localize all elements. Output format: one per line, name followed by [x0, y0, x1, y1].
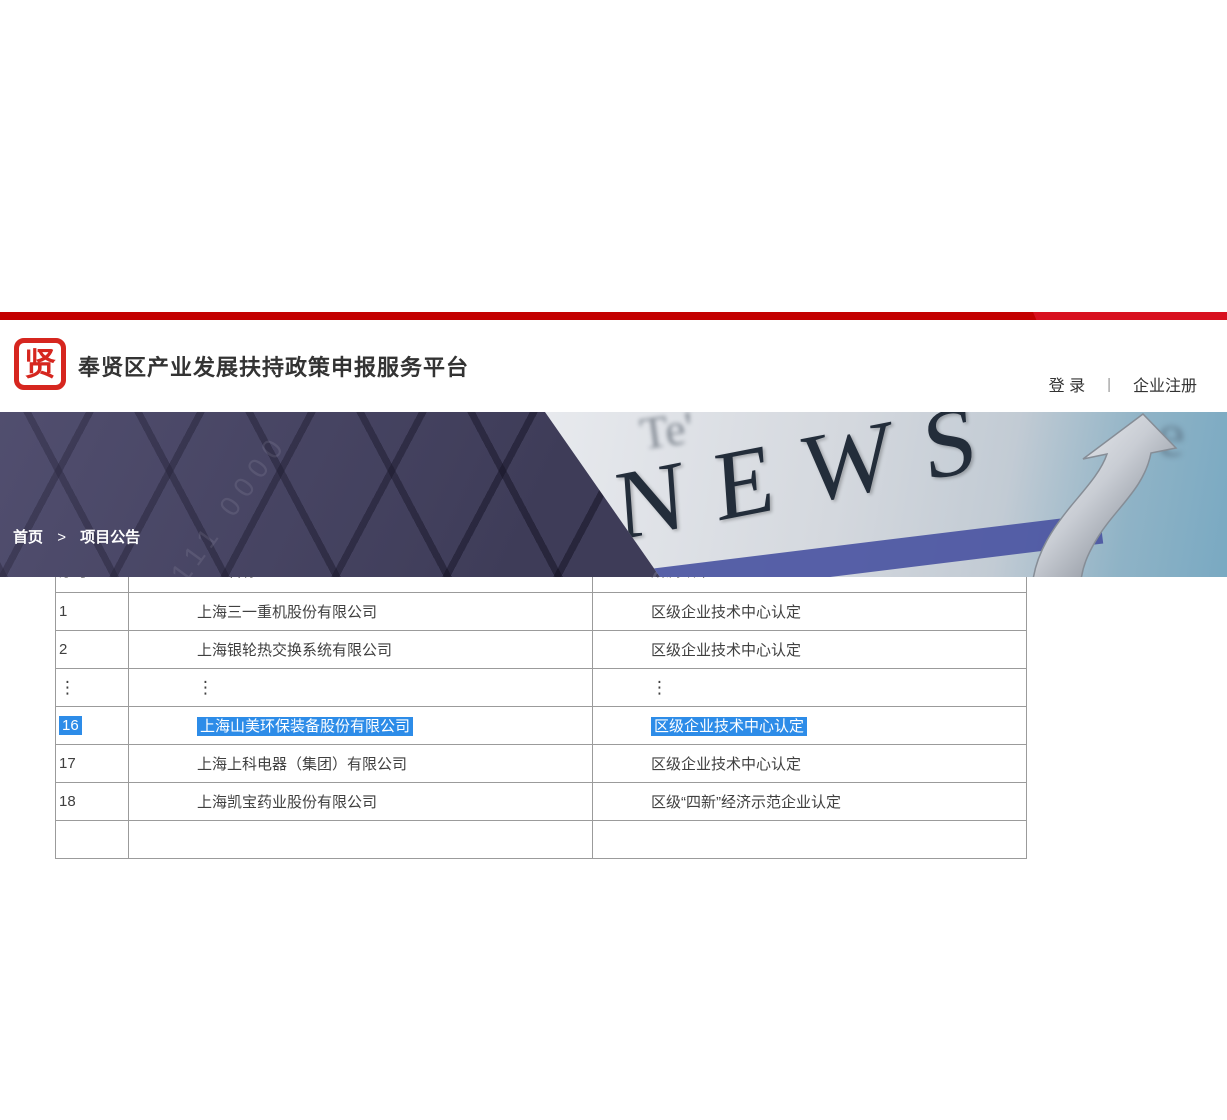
- cell-company: 上海银轮热交换系统有限公司: [129, 631, 593, 669]
- site-title: 奉贤区产业发展扶持政策申报服务平台: [78, 350, 469, 382]
- cell-text: 上海三一重机股份有限公司: [197, 604, 377, 621]
- newspaper-photo: Te' e NEWS or windparken eespalt p.13: [520, 412, 1227, 577]
- table-row: 18 上海凯宝药业股份有限公司 区级“四新”经济示范企业认定: [56, 783, 1027, 821]
- breadcrumb-separator: >: [57, 529, 66, 546]
- cell-company: 上海山美环保装备股份有限公司: [129, 707, 593, 745]
- cell-no: ⋮: [56, 669, 129, 707]
- breadcrumb: 首页 > 项目公告: [13, 526, 140, 547]
- selected-text: 区级企业技术中心认定: [651, 717, 807, 736]
- logo-seal-character: 贤: [24, 348, 56, 380]
- cell-text: ⋮: [651, 678, 668, 697]
- cell-text: 上海银轮热交换系统有限公司: [197, 642, 392, 659]
- table-row: 2 上海银轮热交换系统有限公司 区级企业技术中心认定: [56, 631, 1027, 669]
- table-row-partial: [56, 821, 1027, 859]
- cell-no: 17: [56, 745, 129, 783]
- selected-text: 上海山美环保装备股份有限公司: [197, 717, 413, 736]
- cell-text: ⋮: [59, 678, 76, 697]
- cell-text: 区级企业技术中心认定: [651, 642, 801, 659]
- breadcrumb-current[interactable]: 项目公告: [80, 529, 140, 546]
- cell-company: 上海三一重机股份有限公司: [129, 593, 593, 631]
- login-area: 登 录 | 企业注册: [1027, 372, 1219, 396]
- cell-policy: 区级企业技术中心认定: [593, 745, 1027, 783]
- cell-policy: 区级企业技术中心认定: [593, 631, 1027, 669]
- cell-company: ⋮: [129, 669, 593, 707]
- banner-watermark-numbers-2: 0 111 0000: [142, 427, 295, 577]
- cell-text: 2: [59, 641, 67, 658]
- cell-company: [129, 821, 593, 859]
- cell-no: 2: [56, 631, 129, 669]
- cell-text: 17: [59, 755, 76, 772]
- page: { "topbar": { "about": "关于本平台", "interac…: [0, 312, 1227, 1120]
- cell-no: 1: [56, 593, 129, 631]
- cell-no: 16: [56, 707, 129, 745]
- register-link[interactable]: 企业注册: [1111, 372, 1219, 396]
- cell-text: 上海凯宝药业股份有限公司: [197, 794, 377, 811]
- cell-policy: ⋮: [593, 669, 1027, 707]
- table-row: 1 上海三一重机股份有限公司 区级企业技术中心认定: [56, 593, 1027, 631]
- breadcrumb-home[interactable]: 首页: [13, 529, 43, 546]
- cell-policy: 区级企业技术中心认定: [593, 593, 1027, 631]
- selected-text: 16: [59, 716, 82, 735]
- table-row: ⋮ ⋮ ⋮: [56, 669, 1027, 707]
- cell-no: 18: [56, 783, 129, 821]
- cell-text: 区级“四新”经济示范企业认定: [651, 794, 841, 811]
- cell-company: 上海上科电器（集团）有限公司: [129, 745, 593, 783]
- cell-no: [56, 821, 129, 859]
- upward-arrow-icon: [971, 412, 1181, 577]
- table-row: 16 上海山美环保装备股份有限公司 区级企业技术中心认定: [56, 707, 1027, 745]
- site-logo-seal: 贤: [14, 338, 66, 390]
- cell-policy: 区级企业技术中心认定: [593, 707, 1027, 745]
- cell-text: 区级企业技术中心认定: [651, 604, 801, 621]
- cell-text: 1: [59, 603, 67, 620]
- cell-text: 18: [59, 793, 76, 810]
- login-link[interactable]: 登 录: [1027, 372, 1107, 396]
- cell-policy: 区级“四新”经济示范企业认定: [593, 783, 1027, 821]
- cell-policy: [593, 821, 1027, 859]
- cell-company: 上海凯宝药业股份有限公司: [129, 783, 593, 821]
- cell-text: 上海上科电器（集团）有限公司: [197, 756, 407, 773]
- table-body: 1上海三一重机股份有限公司区级企业技术中心认定2上海银轮热交换系统有限公司区级企…: [56, 593, 1027, 859]
- announcement-table: 序号 企业名称 所属政策 1上海三一重机股份有限公司区级企业技术中心认定2上海银…: [55, 548, 1027, 859]
- news-banner: 0 111 0000 1 0 111 0000 Te' e NEWS or wi…: [0, 412, 1227, 577]
- site-header: 贤 奉贤区产业发展扶持政策申报服务平台 登 录 | 企业注册: [0, 320, 1227, 412]
- cell-text: ⋮: [197, 678, 214, 697]
- cell-text: 区级企业技术中心认定: [651, 756, 801, 773]
- table-row: 17 上海上科电器（集团）有限公司 区级企业技术中心认定: [56, 745, 1027, 783]
